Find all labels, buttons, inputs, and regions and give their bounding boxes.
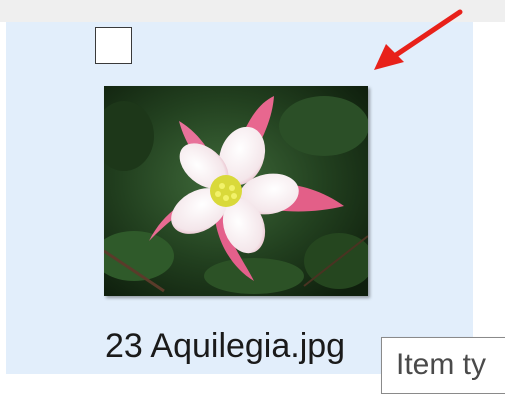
red-arrow-annotation [374, 9, 463, 70]
item-type-tooltip: Item ty [381, 337, 505, 394]
file-name-label[interactable]: 23 Aquilegia.jpg [105, 326, 345, 366]
file-thumbnail[interactable] [104, 86, 368, 296]
flower-image [104, 86, 368, 296]
tooltip-text: Item ty [396, 348, 487, 381]
select-checkbox[interactable] [95, 27, 132, 64]
